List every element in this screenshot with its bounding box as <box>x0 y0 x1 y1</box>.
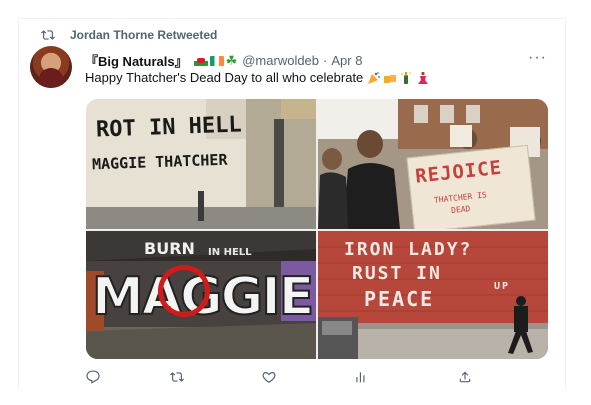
shamrock-icon: ☘ <box>225 52 238 68</box>
ireland-flag-icon <box>209 55 224 66</box>
beer-mugs-icon <box>384 72 397 83</box>
rejoice-placard: REJOICE THATCHER IS DEAD <box>406 144 536 229</box>
media-photo-burn-in-hell-mural[interactable]: BURN IN HELL MAGGIE <box>86 231 316 359</box>
reply-button[interactable] <box>86 370 100 384</box>
user-handle[interactable]: @marwoldeb <box>242 53 319 68</box>
tweet-media-grid[interactable]: ROT IN HELL MAGGIE THATCHER REJOICE THAT… <box>86 99 548 359</box>
graffiti-iron-lady: IRON LADY? <box>344 239 473 260</box>
graffiti-up: UP <box>494 281 511 292</box>
retweet-context[interactable]: Jordan Thorne Retweeted <box>40 28 217 42</box>
mural-burn-text: BURN <box>144 239 195 258</box>
reply-icon <box>86 370 100 384</box>
placard-line-1: THATCHER IS <box>433 190 488 205</box>
avatar[interactable] <box>30 46 72 88</box>
party-popper-icon <box>368 71 381 84</box>
share-icon <box>459 371 471 383</box>
graffiti-rust-in: RUST IN <box>352 263 442 284</box>
retweet-button[interactable] <box>170 370 184 384</box>
placard-title: REJOICE <box>414 156 504 188</box>
views-button[interactable] <box>354 370 368 384</box>
anarchy-symbol-icon <box>158 265 210 317</box>
retweet-icon <box>41 30 55 40</box>
heart-icon <box>262 372 276 383</box>
separator-dot: · <box>323 53 328 68</box>
tweet-date[interactable]: Apr 8 <box>331 53 362 68</box>
graffiti-rot-in-hell: ROT IN HELL <box>95 112 243 143</box>
emoji-group <box>367 71 429 85</box>
share-button[interactable] <box>458 370 472 384</box>
dancer-icon <box>418 71 429 84</box>
views-icon <box>356 372 365 383</box>
name-emoji-group: ☘ <box>193 52 238 68</box>
retweet-icon <box>170 372 184 382</box>
media-photo-rust-in-peace[interactable]: IRON LADY? RUST IN PEACE UP <box>318 231 548 359</box>
mural-in-hell-text: IN HELL <box>208 247 252 258</box>
retweet-label: Jordan Thorne Retweeted <box>70 28 218 42</box>
wales-flag-icon <box>193 55 208 66</box>
tweet-header: 『Big Naturals』 ☘ @marwoldeb · Apr 8 <box>85 51 362 70</box>
tweet-body: Happy Thatcher's Dead Day to all who cel… <box>85 70 364 85</box>
like-button[interactable] <box>262 370 276 384</box>
graffiti-peace: PEACE <box>364 287 435 311</box>
media-photo-rot-in-hell[interactable]: ROT IN HELL MAGGIE THATCHER <box>86 99 316 229</box>
more-options-button[interactable]: ··· <box>528 49 547 67</box>
display-name[interactable]: 『Big Naturals』 <box>85 51 188 70</box>
champagne-icon <box>401 71 412 84</box>
placard-line-2: DEAD <box>450 204 471 216</box>
tweet-actions-bar <box>86 370 486 384</box>
media-photo-rejoice-crowd[interactable]: REJOICE THATCHER IS DEAD <box>318 99 548 229</box>
tweet-text: Happy Thatcher's Dead Day to all who cel… <box>85 70 429 85</box>
